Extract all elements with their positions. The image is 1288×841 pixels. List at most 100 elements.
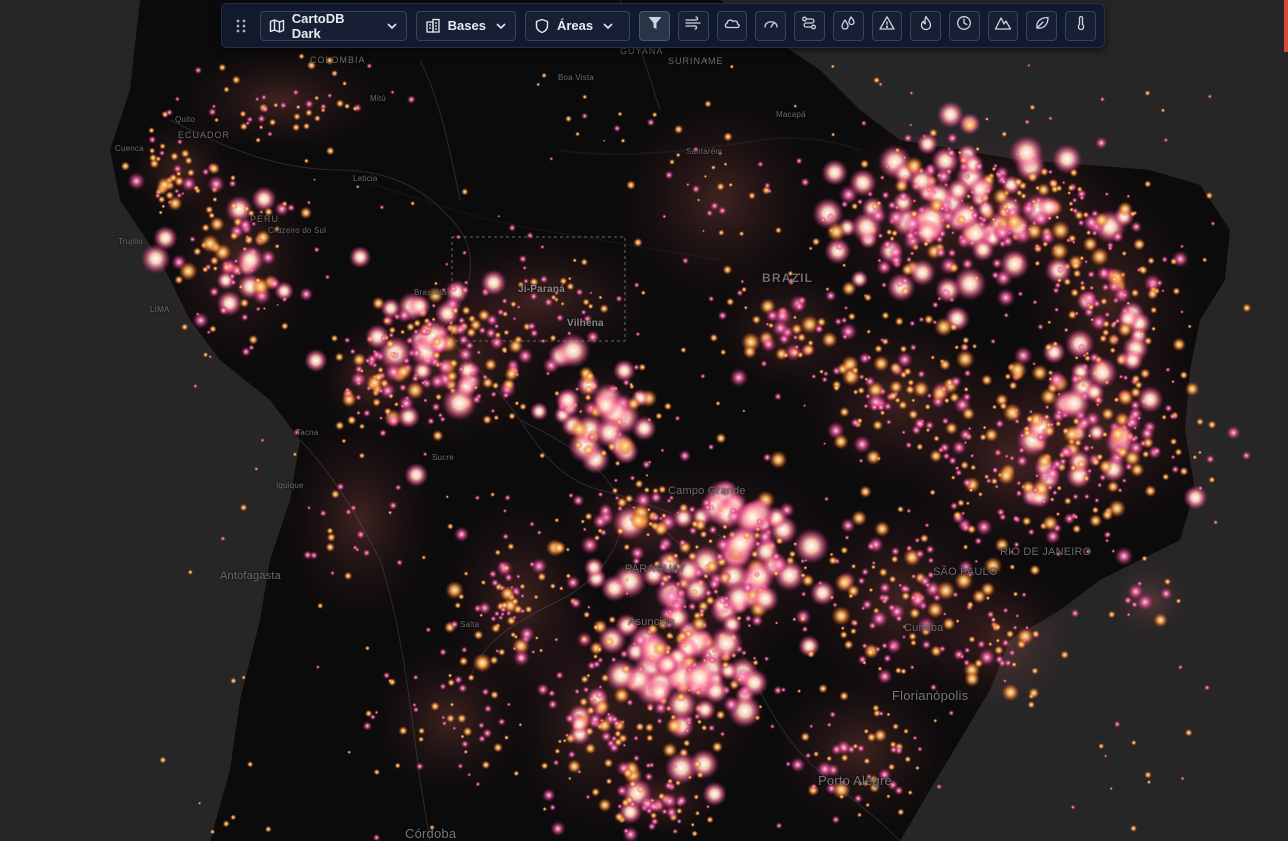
droplets-button[interactable]: [832, 10, 864, 41]
vegetation-button[interactable]: [1026, 10, 1058, 41]
fire-point: [562, 738, 567, 743]
terrain-button[interactable]: [987, 10, 1019, 41]
fire-point: [1055, 511, 1061, 517]
fire-point: [965, 501, 971, 506]
fire-point: [717, 206, 727, 216]
fire-point: [1101, 407, 1115, 421]
fire-point: [1067, 184, 1075, 192]
fire-point: [754, 714, 761, 721]
temperature-button[interactable]: [1065, 10, 1096, 41]
fire-point: [1144, 484, 1157, 498]
fire-point: [889, 740, 897, 749]
basemap-dropdown[interactable]: CartoDB Dark: [259, 10, 407, 41]
fire-heatmap[interactable]: COLOMBIA GUYANA SURINAME Boa Vista Mitú …: [0, 0, 1288, 841]
fire-point: [916, 443, 924, 451]
fire-point: [825, 287, 830, 292]
fire-point: [740, 279, 745, 284]
fire-point: [412, 706, 420, 713]
fire-point: [1169, 437, 1178, 446]
fire-point: [824, 289, 837, 302]
label-santarem: Santarém: [686, 147, 723, 156]
fire-point: [1241, 450, 1252, 461]
fire-point: [475, 781, 481, 787]
fire-point: [687, 505, 697, 514]
fire-point: [804, 752, 812, 759]
fire-point: [349, 370, 368, 388]
fire-point: [701, 229, 706, 233]
fire-point: [600, 449, 608, 457]
route-button[interactable]: [794, 10, 825, 41]
warning-button[interactable]: [871, 10, 903, 41]
fire-point: [172, 164, 183, 174]
fire-point: [1048, 377, 1053, 382]
fire-point: [305, 108, 313, 117]
fire-point: [543, 297, 554, 307]
fire-point: [888, 575, 897, 584]
fire-point: [1053, 307, 1060, 313]
fire-point: [223, 86, 230, 93]
fire-point: [264, 825, 272, 833]
history-button[interactable]: [949, 10, 980, 41]
fire-point: [605, 777, 613, 785]
fire-point: [1150, 306, 1158, 314]
fire-point: [676, 807, 683, 815]
fire-point: [206, 329, 211, 335]
fire-point: [582, 298, 590, 306]
fire-point: [298, 53, 305, 60]
fire-point: [174, 96, 181, 102]
fire-point: [886, 794, 891, 799]
fire-point: [612, 719, 621, 728]
drag-handle-icon[interactable]: [230, 11, 252, 41]
wind-button[interactable]: [677, 10, 709, 41]
fire-cluster-glow: [276, 408, 444, 632]
basemap-dropdown-label: CartoDB Dark: [291, 10, 345, 41]
fire-point: [990, 338, 997, 345]
fire-point: [686, 720, 692, 726]
label-mitu: Mitú: [370, 94, 386, 103]
fire-point: [1012, 514, 1020, 523]
fire-point: [404, 462, 429, 487]
fire-point: [510, 300, 517, 308]
flame-button[interactable]: [910, 10, 942, 41]
fire-point: [576, 769, 582, 775]
fire-point: [773, 570, 780, 577]
fire-point: [962, 658, 971, 667]
areas-dropdown[interactable]: Áreas: [524, 10, 631, 41]
fire-point: [851, 619, 859, 627]
fire-point: [515, 574, 521, 579]
fire-point: [621, 798, 630, 808]
fire-point: [566, 330, 572, 336]
fire-point: [572, 258, 577, 263]
fire-point: [180, 175, 197, 192]
fire-point: [268, 118, 277, 127]
fire-point: [860, 120, 868, 127]
fire-point: [569, 597, 582, 610]
fire-point: [192, 247, 202, 256]
fire-point: [933, 435, 940, 442]
fire-point: [148, 147, 156, 154]
fire-point: [192, 383, 198, 389]
fire-point: [208, 286, 220, 298]
cloud-button[interactable]: [716, 10, 748, 41]
fire-point: [422, 451, 428, 457]
fire-point: [839, 691, 849, 701]
bases-dropdown[interactable]: Bases: [415, 10, 516, 41]
fire-point: [718, 229, 725, 236]
gauge-button[interactable]: [755, 10, 787, 41]
fire-point: [170, 152, 179, 161]
fire-point: [502, 391, 510, 400]
fire-point: [198, 801, 202, 805]
fire-point: [623, 543, 631, 551]
fire-point: [380, 297, 402, 319]
label-vilhena: Vilhena: [567, 318, 604, 329]
fire-point: [962, 544, 969, 550]
fire-point: [863, 728, 870, 735]
fire-point: [973, 275, 980, 282]
fire-point: [1099, 334, 1108, 343]
fire-point: [435, 393, 443, 401]
fire-point: [280, 322, 289, 331]
fire-point: [892, 723, 900, 730]
filter-button[interactable]: [639, 10, 670, 41]
fire-point: [961, 406, 976, 421]
fire-point: [1063, 497, 1072, 505]
